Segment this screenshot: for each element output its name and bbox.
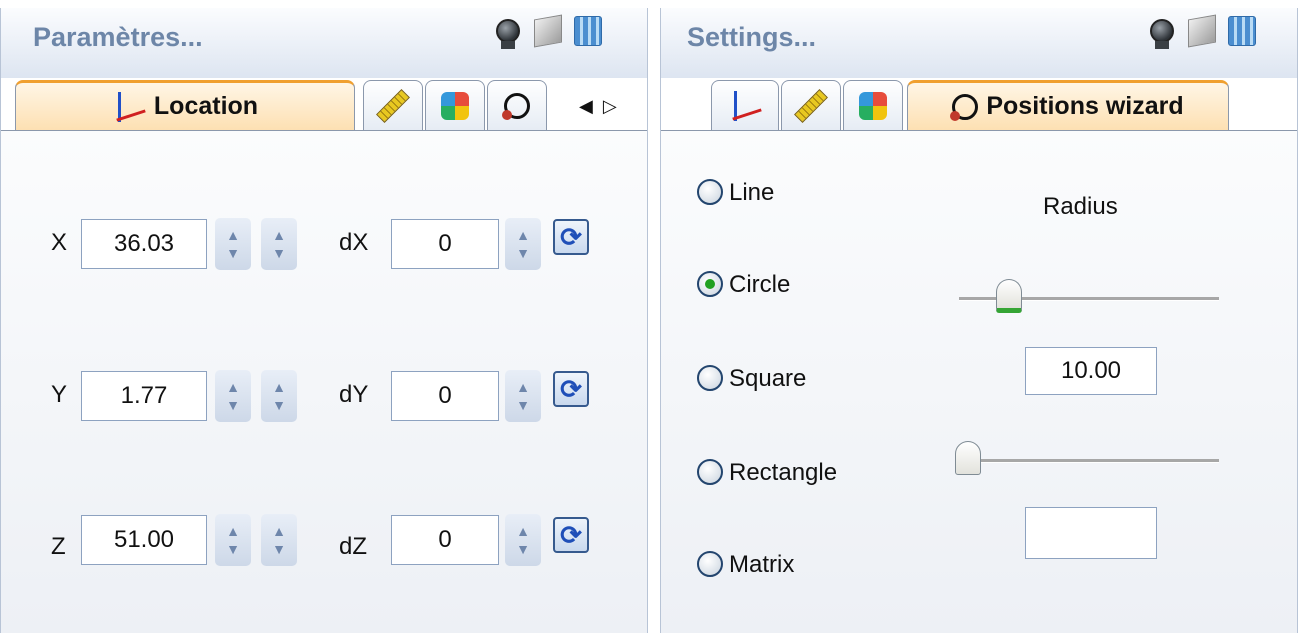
dz-label: dZ: [339, 533, 368, 560]
refresh-icon: ⟳: [560, 519, 582, 550]
location-content: X 36.03 ▲ ▼ ▲ ▼ dX 0 ▲ ▼ ⟳ Y 1.77 ▲ ▼ ▲ ▼ dY …: [1, 130, 647, 633]
spin-up-icon: ▲: [516, 227, 530, 243]
x-refresh-button[interactable]: ⟳: [553, 219, 589, 255]
panel-title-bar: Paramètres...: [1, 8, 647, 78]
circle-radio[interactable]: [697, 271, 723, 297]
spin-up-icon: ▲: [516, 379, 530, 395]
z-refresh-button[interactable]: ⟳: [553, 517, 589, 553]
spin-up-icon: ▲: [272, 379, 286, 395]
y-spin-button[interactable]: ▲ ▼: [215, 370, 251, 422]
panel-title: Settings...: [687, 22, 817, 52]
axes-icon: [728, 89, 762, 123]
circle-path-icon: [502, 92, 530, 120]
tab-scroll-left-button[interactable]: ◀: [579, 96, 603, 116]
panel-title: Paramètres...: [33, 22, 203, 52]
tab-label: Positions wizard: [986, 92, 1184, 120]
tab-measure[interactable]: [781, 80, 841, 130]
circle-label: Circle: [729, 271, 791, 298]
puzzle-icon: [859, 91, 887, 120]
tab-scroll-right-button[interactable]: ▷: [603, 96, 627, 116]
spin-down-icon: ▼: [516, 245, 530, 261]
dy-label: dY: [339, 381, 369, 408]
location-panel: Paramètres... Location ◀▷ X 36.03 ▲ ▼ ▲ ▼ …: [0, 8, 648, 633]
spin-down-icon: ▼: [272, 541, 286, 557]
matrix-radio[interactable]: [697, 551, 723, 577]
cube-grid-icon[interactable]: [1225, 14, 1259, 48]
cube-icon[interactable]: [531, 14, 565, 48]
dz-spin-button[interactable]: ▲ ▼: [505, 514, 541, 566]
tab-appearance[interactable]: [843, 80, 903, 130]
x-spin-button[interactable]: ▲ ▼: [215, 218, 251, 270]
circle-path-icon: [950, 93, 979, 121]
refresh-icon: ⟳: [560, 221, 582, 252]
dy-value-field[interactable]: 0: [391, 371, 499, 421]
dx-label: dX: [339, 229, 369, 256]
spin-down-icon: ▼: [226, 541, 240, 557]
spin-up-icon: ▲: [226, 379, 240, 395]
dx-value-field[interactable]: 0: [391, 219, 499, 269]
x-value-field[interactable]: 36.03: [81, 219, 207, 269]
y-value-field[interactable]: 1.77: [81, 371, 207, 421]
tab-location[interactable]: Location: [15, 80, 355, 130]
line-label: Line: [729, 179, 775, 206]
tab-positions-wizard[interactable]: Positions wizard: [907, 80, 1229, 130]
panel-title-bar: Settings...: [661, 8, 1297, 78]
tab-appearance[interactable]: [425, 80, 485, 130]
positions-wizard-panel: Settings... Positions wizard Line Circle…: [660, 8, 1298, 633]
spin-up-icon: ▲: [516, 523, 530, 539]
view-toolbar: [491, 14, 605, 49]
y-label: Y: [51, 381, 68, 408]
x-label: X: [51, 229, 68, 256]
radius-label: Radius: [1043, 193, 1118, 220]
second-value-field[interactable]: [1025, 507, 1157, 559]
radius-slider-thumb[interactable]: [996, 279, 1022, 313]
dx-spin-button[interactable]: ▲ ▼: [505, 218, 541, 270]
second-slider-track[interactable]: [957, 459, 1219, 463]
second-slider-thumb[interactable]: [955, 441, 981, 475]
camera-icon[interactable]: [491, 14, 525, 49]
spin-up-icon: ▲: [226, 523, 240, 539]
rectangle-label: Rectangle: [729, 459, 838, 486]
radius-value-field[interactable]: 10.00: [1025, 347, 1157, 395]
square-label: Square: [729, 365, 807, 392]
view-toolbar: [1145, 14, 1259, 49]
spin-down-icon: ▼: [226, 245, 240, 261]
square-radio[interactable]: [697, 365, 723, 391]
tab-label: Location: [153, 92, 259, 120]
tab-location[interactable]: [711, 80, 779, 130]
z-label: Z: [51, 533, 66, 560]
camera-icon[interactable]: [1145, 14, 1179, 49]
line-radio[interactable]: [697, 179, 723, 205]
tab-scroll-arrows: ◀▷: [579, 96, 627, 117]
puzzle-icon: [441, 91, 469, 120]
y-refresh-button[interactable]: ⟳: [553, 371, 589, 407]
spin-down-icon: ▼: [272, 245, 286, 261]
cube-grid-icon[interactable]: [571, 14, 605, 48]
positions-wizard-content: Line Circle Square Rectangle Matrix Radi…: [661, 130, 1297, 633]
matrix-label: Matrix: [729, 551, 795, 578]
x-fine-spin-button[interactable]: ▲ ▼: [261, 218, 297, 270]
cube-icon[interactable]: [1185, 14, 1219, 48]
spin-down-icon: ▼: [516, 397, 530, 413]
spin-down-icon: ▼: [272, 397, 286, 413]
y-fine-spin-button[interactable]: ▲ ▼: [261, 370, 297, 422]
dy-spin-button[interactable]: ▲ ▼: [505, 370, 541, 422]
dz-value-field[interactable]: 0: [391, 515, 499, 565]
axes-icon: [112, 90, 146, 124]
spin-down-icon: ▼: [516, 541, 530, 557]
z-fine-spin-button[interactable]: ▲ ▼: [261, 514, 297, 566]
ruler-icon: [794, 88, 828, 123]
tab-measure[interactable]: [363, 80, 423, 130]
tab-positions[interactable]: [487, 80, 547, 130]
spin-down-icon: ▼: [226, 397, 240, 413]
spin-up-icon: ▲: [272, 227, 286, 243]
refresh-icon: ⟳: [560, 373, 582, 404]
spin-up-icon: ▲: [272, 523, 286, 539]
spin-up-icon: ▲: [226, 227, 240, 243]
ruler-icon: [376, 88, 410, 123]
rectangle-radio[interactable]: [697, 459, 723, 485]
z-value-field[interactable]: 51.00: [81, 515, 207, 565]
z-spin-button[interactable]: ▲ ▼: [215, 514, 251, 566]
